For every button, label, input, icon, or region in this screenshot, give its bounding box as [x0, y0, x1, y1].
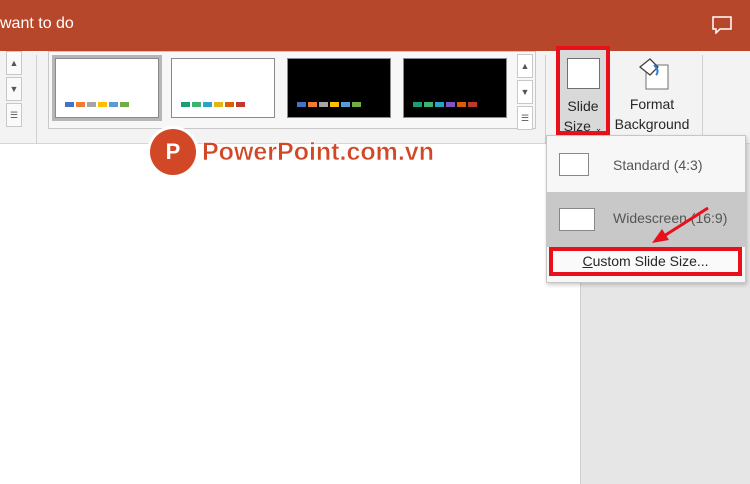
theme-color-swatch	[181, 102, 190, 107]
standard-label: Standard (4:3)	[613, 157, 703, 173]
theme-color-swatch	[341, 102, 350, 107]
powerpoint-logo-icon: P	[150, 129, 196, 175]
theme-color-bar	[65, 102, 129, 107]
gallery-down-icon[interactable]: ▼	[517, 80, 533, 104]
title-bar: want to do	[0, 0, 750, 51]
variants-scroll-strip[interactable]: ▲ ▼ ☰	[6, 51, 22, 127]
theme-color-swatch	[457, 102, 466, 107]
gallery-up-icon[interactable]: ▲	[517, 54, 533, 78]
slide-size-label: Slide	[567, 98, 599, 114]
watermark-text: PowerPoint.com.vn	[202, 137, 434, 166]
theme-thumbnail-2[interactable]	[171, 58, 275, 118]
custom-slide-size-label: Custom Slide Size...	[582, 253, 709, 269]
chevron-down-icon: ⌄	[594, 123, 603, 133]
theme-color-swatch	[214, 102, 223, 107]
format-background-button[interactable]: Format Background	[612, 51, 692, 135]
gallery-more-icon[interactable]: ☰	[517, 106, 533, 130]
standard-ratio-icon	[559, 153, 589, 176]
theme-color-swatch	[468, 102, 477, 107]
theme-color-swatch	[319, 102, 328, 107]
theme-color-swatch	[65, 102, 74, 107]
theme-thumbnail-4[interactable]	[403, 58, 507, 118]
theme-color-swatch	[76, 102, 85, 107]
format-background-label: Format	[629, 96, 675, 112]
custom-slide-size-button[interactable]: Custom Slide Size...	[549, 247, 742, 276]
theme-thumbnail-3[interactable]	[287, 58, 391, 118]
theme-color-swatch	[435, 102, 444, 107]
theme-color-swatch	[192, 102, 201, 107]
slide-canvas[interactable]	[0, 144, 581, 484]
ribbon-divider	[36, 55, 37, 155]
theme-color-swatch	[98, 102, 107, 107]
watermark: P PowerPoint.com.vn	[150, 127, 434, 177]
slide-size-button[interactable]: Slide Size ⌄	[556, 46, 610, 135]
theme-color-swatch	[120, 102, 129, 107]
theme-color-swatch	[446, 102, 455, 107]
theme-color-swatch	[330, 102, 339, 107]
more-icon[interactable]: ☰	[6, 103, 22, 127]
scroll-down-icon[interactable]: ▼	[6, 77, 22, 101]
theme-color-swatch	[297, 102, 306, 107]
theme-color-swatch	[87, 102, 96, 107]
menu-item-standard[interactable]: Standard (4:3)	[547, 137, 745, 192]
theme-color-swatch	[225, 102, 234, 107]
menu-item-widescreen[interactable]: Widescreen (16:9)	[547, 192, 745, 247]
tell-me-search-text[interactable]: want to do	[0, 15, 74, 33]
themes-gallery: ▲ ▼ ☰	[48, 51, 536, 132]
theme-color-bar	[413, 102, 477, 107]
theme-color-swatch	[308, 102, 317, 107]
gallery-scroll[interactable]: ▲ ▼ ☰	[517, 54, 533, 132]
theme-color-swatch	[413, 102, 422, 107]
comment-icon[interactable]	[712, 16, 732, 34]
theme-color-swatch	[352, 102, 361, 107]
scroll-up-icon[interactable]: ▲	[6, 51, 22, 75]
widescreen-label: Widescreen (16:9)	[613, 210, 728, 226]
theme-color-swatch	[236, 102, 245, 107]
format-background-icon	[638, 58, 669, 90]
theme-color-swatch	[109, 102, 118, 107]
theme-color-bar	[181, 102, 245, 107]
widescreen-ratio-icon	[559, 208, 595, 231]
slide-size-icon	[567, 58, 600, 89]
theme-color-bar	[297, 102, 361, 107]
theme-thumbnail-1[interactable]	[52, 55, 162, 121]
theme-color-swatch	[203, 102, 212, 107]
format-background-label-2: Background	[614, 116, 690, 132]
theme-color-swatch	[424, 102, 433, 107]
